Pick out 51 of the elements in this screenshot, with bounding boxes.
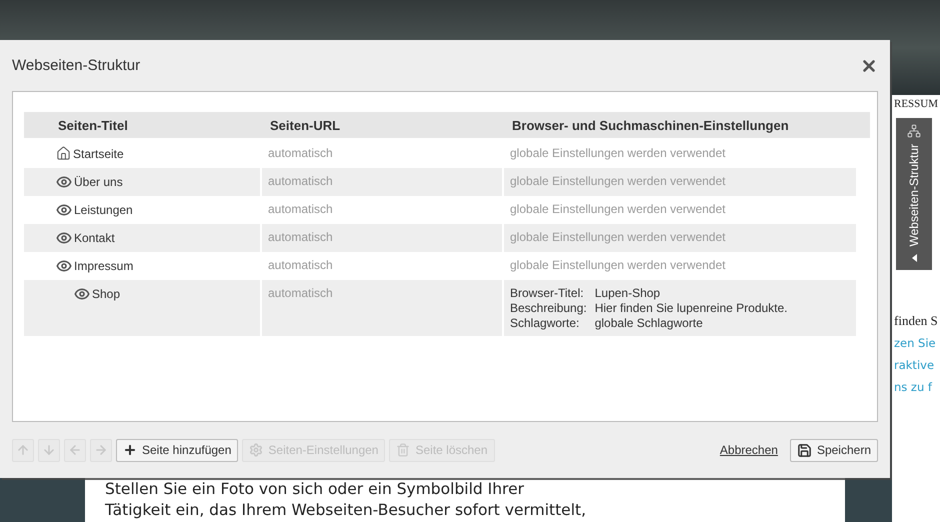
table-row[interactable]: Shop automatisch Browser-Titel: Lupen-Shop Beschreibung: Hier finden Sie lupenreine Produkte. Schlagworte: globale Schlagworte <box>24 280 856 336</box>
page-title: Über uns <box>74 175 123 189</box>
column-header: Browser- und Suchmaschinen-Einstellungen <box>511 117 790 135</box>
arrow-left-icon <box>68 443 82 457</box>
field-label: Beschreibung: <box>510 301 587 315</box>
eye-icon <box>74 286 90 302</box>
page-url: automatisch <box>268 174 333 188</box>
page-url: automatisch <box>268 202 333 216</box>
arrow-right-icon <box>94 443 108 457</box>
settings-status: globale Einstellungen werden verwendet <box>510 202 726 216</box>
trash-icon <box>396 443 410 457</box>
page-url: automatisch <box>268 146 333 160</box>
save-button[interactable]: Speichern <box>790 438 878 462</box>
add-page-button[interactable]: Seite hinzufügen <box>116 438 238 462</box>
field-value: Lupen-Shop <box>594 286 662 300</box>
heading-fragment: RESSUM <box>894 98 940 110</box>
column-header: Seiten-URL <box>269 117 342 135</box>
dialog-title: Webseiten-Struktur <box>12 57 140 74</box>
page-url: automatisch <box>268 286 333 300</box>
settings-icon <box>249 443 264 457</box>
page-title: Shop <box>92 287 120 301</box>
eye-icon <box>56 258 72 274</box>
side-tab[interactable]: Webseiten-Struktur <box>896 118 932 270</box>
field-value: globale Schlagworte <box>594 316 704 330</box>
settings-status: globale Einstellungen werden verwendet <box>510 258 726 272</box>
field-label: Browser-Titel: <box>510 286 585 300</box>
column-header: Seiten-Titel <box>57 117 129 135</box>
field-value: Hier finden Sie lupenreine Produkte. <box>594 301 788 315</box>
collapse-triangle-icon <box>912 254 916 262</box>
home-icon <box>56 146 71 161</box>
page-title: Impressum <box>74 259 134 273</box>
paragraph-line: Tätigkeit ein, das Ihrem Webseiten-Besucher sofort vermittelt, <box>105 500 588 521</box>
cancel-link[interactable]: Abbrechen <box>720 443 778 457</box>
plus-icon <box>123 443 137 457</box>
settings-status: globale Einstellungen werden verwendet <box>510 174 726 188</box>
text-fragment: finden S <box>894 312 939 330</box>
page-title: Kontakt <box>74 231 115 245</box>
table-row[interactable]: Kontakt automatisch globale Einstellungen werden verwendet <box>24 224 856 252</box>
paragraph-line: Stellen Sie ein Foto von sich oder ein Symbolbild Ihrer <box>105 479 525 500</box>
sitemap-icon <box>907 124 921 138</box>
page-title: Leistungen <box>74 203 133 217</box>
field-label: Schlagworte: <box>510 316 580 330</box>
table-row[interactable]: Über uns automatisch globale Einstellungen werden verwendet <box>24 168 856 196</box>
settings-status: globale Einstellungen werden verwendet <box>510 146 726 160</box>
page-url: automatisch <box>268 258 333 272</box>
page-title: Startseite <box>73 146 124 160</box>
page-url: automatisch <box>268 230 333 244</box>
eye-icon <box>56 230 72 246</box>
eye-icon <box>56 202 72 218</box>
eye-icon <box>56 174 72 190</box>
settings-status: globale Einstellungen werden verwendet <box>510 230 726 244</box>
